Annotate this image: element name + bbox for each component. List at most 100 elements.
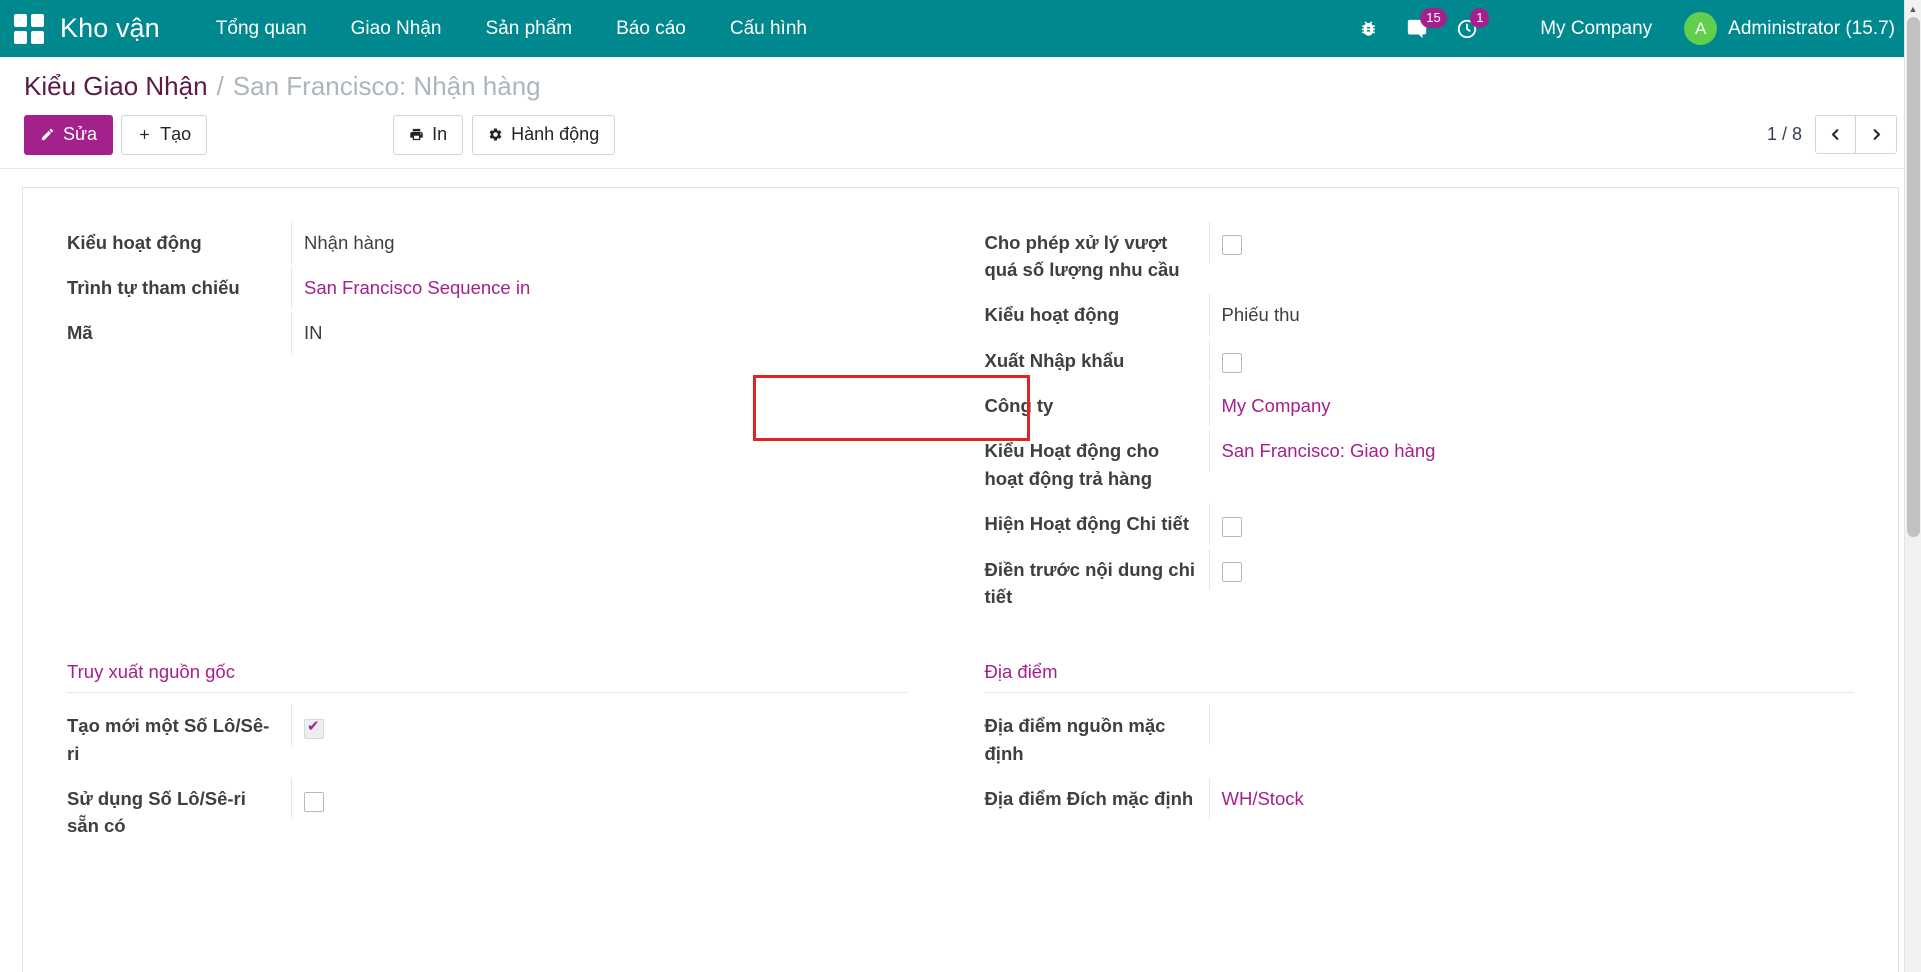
field-operation-type: Kiểu hoạt động Nhận hàng: [67, 222, 907, 263]
field-value: Phiếu thu: [1209, 294, 1855, 335]
field-value: [1209, 222, 1855, 263]
create-button-label: Tạo: [160, 124, 191, 146]
import-export-checkbox[interactable]: [1222, 353, 1242, 373]
field-import-export: Xuất Nhập khẩu: [985, 340, 1855, 381]
field-default-source-location: Địa điểm nguồn mặc định: [985, 705, 1855, 774]
field-label: Kiểu Hoạt động cho hoạt động trả hàng: [985, 430, 1209, 499]
field-value: [1209, 503, 1855, 544]
field-label: Xuất Nhập khẩu: [985, 340, 1209, 381]
record-buttons: Sửa Tạo: [24, 115, 207, 155]
form-view-area: Kiểu hoạt động Nhận hàng Trình tự tham c…: [0, 169, 1921, 972]
field-label: Mã: [67, 312, 291, 353]
breadcrumb-parent[interactable]: Kiểu Giao Nhận: [24, 71, 208, 102]
field-value: [1209, 549, 1855, 590]
menu-item-reporting[interactable]: Báo cáo: [594, 0, 708, 57]
user-menu[interactable]: A Administrator (15.7): [1670, 0, 1901, 57]
bottom-sections: Truy xuất nguồn gốc Tạo mới một Số Lô/Sê…: [67, 661, 1854, 851]
scrollbar-thumb[interactable]: [1907, 17, 1920, 537]
menu-item-overview[interactable]: Tổng quan: [194, 0, 329, 57]
activity-clock-icon[interactable]: 1: [1442, 0, 1492, 57]
field-use-existing-lot: Sử dụng Số Lô/Sê-ri sẵn có: [67, 778, 907, 847]
chevron-left-icon[interactable]: [1815, 115, 1856, 154]
field-create-new-lot: Tạo mới một Số Lô/Sê-ri: [67, 705, 907, 774]
field-value: Nhận hàng: [291, 222, 907, 263]
pencil-icon: [40, 127, 55, 142]
control-panel-buttons: Sửa Tạo In: [24, 115, 1897, 155]
right-field-group: Cho phép xử lý vượt quá số lượng nhu cầu…: [961, 222, 1855, 622]
use-existing-lot-checkbox[interactable]: [304, 792, 324, 812]
allow-overprocessing-checkbox[interactable]: [1222, 235, 1242, 255]
pager-buttons: [1815, 115, 1897, 154]
field-label: Cho phép xử lý vượt quá số lượng nhu cầu: [985, 222, 1209, 291]
field-label: Kiểu hoạt động: [985, 294, 1209, 335]
prefill-detailed-operations-checkbox[interactable]: [1222, 562, 1242, 582]
field-value: San Francisco Sequence in: [291, 267, 907, 308]
field-code: Mã IN: [67, 312, 907, 353]
show-detailed-operations-checkbox[interactable]: [1222, 517, 1242, 537]
field-label: Tạo mới một Số Lô/Sê-ri: [67, 705, 291, 774]
pager: 1 / 8: [1767, 115, 1897, 154]
field-label: Công ty: [985, 385, 1209, 426]
page-scrollbar[interactable]: ▲: [1904, 0, 1921, 972]
field-operation-type-2: Kiểu hoạt động Phiếu thu: [985, 294, 1855, 335]
edit-button[interactable]: Sửa: [24, 115, 113, 155]
chevron-right-icon[interactable]: [1856, 115, 1897, 154]
create-button[interactable]: Tạo: [121, 115, 207, 155]
left-field-group: Kiểu hoạt động Nhận hàng Trình tự tham c…: [67, 222, 961, 622]
avatar: A: [1684, 12, 1717, 45]
apps-grid-icon[interactable]: [12, 12, 46, 46]
top-navbar: Kho vận Tổng quan Giao Nhận Sản phẩm Báo…: [0, 0, 1921, 57]
apps-grid-square: [14, 31, 27, 44]
print-button[interactable]: In: [393, 115, 463, 155]
field-value: WH/Stock: [1209, 778, 1855, 819]
field-value: My Company: [1209, 385, 1855, 426]
action-button[interactable]: Hành động: [472, 115, 615, 155]
menu-item-configuration[interactable]: Cấu hình: [708, 0, 829, 57]
edit-button-label: Sửa: [63, 124, 97, 146]
apps-grid-square: [31, 31, 44, 44]
breadcrumb-separator: /: [217, 71, 224, 102]
field-label: Địa điểm Đích mặc định: [985, 778, 1209, 819]
field-label: Sử dụng Số Lô/Sê-ri sẵn có: [67, 778, 291, 847]
breadcrumb-active: San Francisco: Nhận hàng: [233, 71, 541, 102]
gear-icon: [488, 127, 503, 142]
create-new-lot-checkbox[interactable]: [304, 719, 324, 739]
main-menu: Tổng quan Giao Nhận Sản phẩm Báo cáo Cấu…: [194, 0, 829, 57]
field-value: [1209, 705, 1855, 745]
section-locations: Địa điểm Địa điểm nguồn mặc định Địa điể…: [961, 661, 1855, 851]
field-reference-sequence: Trình tự tham chiếu San Francisco Sequen…: [67, 267, 907, 308]
field-label: Địa điểm nguồn mặc định: [985, 705, 1209, 774]
user-name-label: Administrator (15.7): [1728, 18, 1895, 40]
print-button-label: In: [432, 124, 447, 146]
default-dest-location-link[interactable]: WH/Stock: [1222, 788, 1304, 809]
messages-icon[interactable]: 15: [1392, 0, 1442, 57]
app-brand-title[interactable]: Kho vận: [60, 13, 160, 44]
scroll-up-icon[interactable]: ▲: [1905, 0, 1921, 17]
field-label: Hiện Hoạt động Chi tiết: [985, 503, 1209, 544]
apps-grid-square: [31, 14, 44, 27]
field-value: San Francisco: Giao hàng: [1209, 430, 1855, 471]
reference-sequence-link[interactable]: San Francisco Sequence in: [304, 277, 530, 298]
action-button-label: Hành động: [511, 124, 599, 146]
section-traceability: Truy xuất nguồn gốc Tạo mới một Số Lô/Sê…: [67, 661, 961, 851]
form-sheet: Kiểu hoạt động Nhận hàng Trình tự tham c…: [22, 187, 1899, 972]
field-prefill-detailed-operations: Điền trước nội dung chi tiết: [985, 549, 1855, 618]
return-operation-type-link[interactable]: San Francisco: Giao hàng: [1222, 440, 1436, 461]
company-link[interactable]: My Company: [1222, 395, 1331, 416]
field-value: IN: [291, 312, 907, 353]
field-value: [291, 705, 907, 746]
field-show-detailed-operations: Hiện Hoạt động Chi tiết: [985, 503, 1855, 544]
bug-icon[interactable]: [1345, 0, 1392, 57]
field-label: Kiểu hoạt động: [67, 222, 291, 263]
plus-icon: [137, 127, 152, 142]
main-field-groups: Kiểu hoạt động Nhận hàng Trình tự tham c…: [67, 222, 1854, 622]
field-default-dest-location: Địa điểm Đích mặc định WH/Stock: [985, 778, 1855, 819]
field-value: [291, 778, 907, 819]
menu-item-transfers[interactable]: Giao Nhận: [329, 0, 464, 57]
company-switcher[interactable]: My Company: [1522, 0, 1670, 57]
section-title: Truy xuất nguồn gốc: [67, 661, 907, 693]
field-allow-overprocessing: Cho phép xử lý vượt quá số lượng nhu cầu: [985, 222, 1855, 291]
action-buttons: In Hành động: [393, 115, 615, 155]
field-value: [1209, 340, 1855, 381]
menu-item-products[interactable]: Sản phẩm: [463, 0, 594, 57]
